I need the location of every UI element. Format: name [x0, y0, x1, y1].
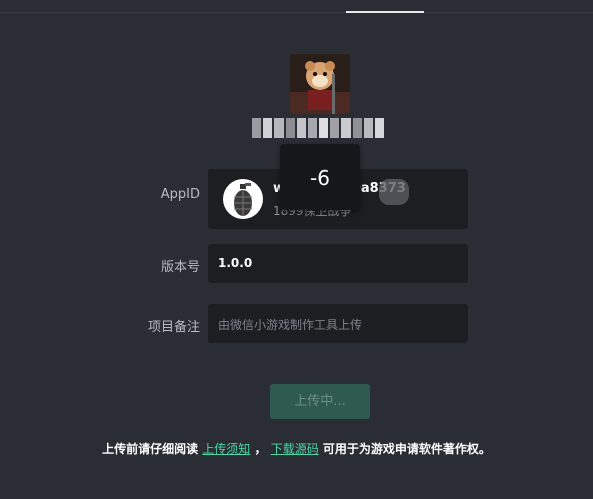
upload-notice-link[interactable]: 上传须知: [202, 442, 250, 456]
top-divider: [0, 12, 593, 13]
version-label: 版本号: [160, 260, 200, 275]
appid-redaction: [379, 179, 409, 205]
toast-popup: -6: [280, 144, 360, 210]
note-label: 项目备注: [147, 320, 200, 335]
version-input[interactable]: 1.0.0: [208, 244, 468, 283]
game-avatar: [290, 54, 350, 114]
upload-notice: 上传前请仔细阅读 上传须知 ， 下载源码 可用于为游戏申请软件著作权。: [0, 440, 593, 457]
toast-text: -6: [310, 166, 330, 190]
active-tab-indicator: [346, 11, 424, 13]
notice-suffix: 可用于为游戏申请软件著作权。: [322, 442, 491, 456]
notice-prefix: 上传前请仔细阅读: [102, 442, 199, 456]
notice-separator: ，: [254, 442, 267, 456]
blurred-game-name: [252, 118, 385, 138]
grenade-icon: [223, 179, 263, 219]
note-placeholder: 由微信小游戏制作工具上传: [218, 318, 363, 332]
note-input[interactable]: 由微信小游戏制作工具上传: [208, 304, 468, 343]
avatar-dog-image: [290, 54, 350, 114]
version-value: 1.0.0: [218, 256, 253, 270]
download-source-link[interactable]: 下载源码: [271, 442, 319, 456]
appid-label: AppID: [160, 187, 200, 202]
upload-button[interactable]: 上传中...: [270, 384, 370, 419]
